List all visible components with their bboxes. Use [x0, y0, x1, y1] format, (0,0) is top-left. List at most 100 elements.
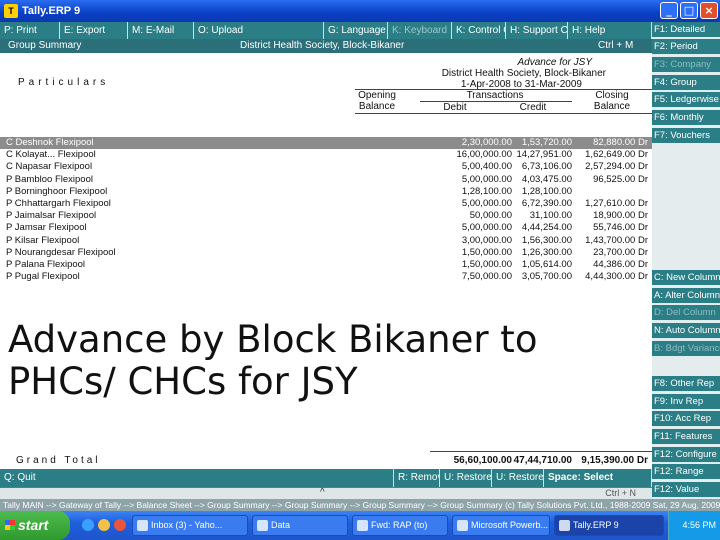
export-button[interactable]: E: Export: [60, 22, 128, 39]
row-credit: 6,72,390.00: [521, 197, 572, 209]
group-button[interactable]: F4: Group: [652, 75, 720, 91]
company-button[interactable]: F3: Company: [652, 57, 720, 73]
row-debit: 5,00,000.00: [461, 173, 512, 185]
keyboard-button[interactable]: K: Keyboard: [388, 22, 452, 39]
table-row[interactable]: P Borninghoor Flexipool 1,28,100.00 1,28…: [0, 186, 652, 198]
table-row[interactable]: P Jamsar Flexipool 5,00,000.00 4,44,254.…: [0, 222, 652, 234]
header-rule-bottom: [355, 113, 652, 114]
configure-button[interactable]: F12: Configure: [652, 447, 720, 463]
taskbar-item-fwd[interactable]: Fwd: RAP (to): [352, 515, 448, 536]
language-button[interactable]: G: Language: [324, 22, 388, 39]
support-centre-button[interactable]: H: Support Centre: [506, 22, 568, 39]
folder-quicklaunch-icon[interactable]: [98, 519, 110, 531]
window-titlebar[interactable]: T Tally.ERP 9 _ □ ×: [0, 0, 720, 22]
table-row[interactable]: P Nourangdesar Flexipool 1,50,000.00 1,2…: [0, 247, 652, 259]
other-reports-button[interactable]: F8: Other Rep: [652, 376, 720, 392]
budget-variance-button[interactable]: B: Bdgt Variance: [652, 341, 720, 357]
row-closing: 96,525.00 Dr: [593, 173, 648, 185]
new-column-button[interactable]: C: New Column: [652, 270, 720, 286]
transactions-heading: Transactions: [466, 90, 524, 101]
row-debit: 1,50,000.00: [461, 258, 512, 270]
screen-name: Group Summary: [8, 40, 82, 51]
restore-all-button[interactable]: U: Restore All: [492, 469, 544, 487]
upload-button[interactable]: O: Upload: [194, 22, 324, 39]
detailed-button[interactable]: F1: Detailed: [652, 22, 720, 38]
grand-total-label: Grand Total: [16, 455, 101, 466]
grand-total-credit: 47,44,710.00: [513, 455, 572, 466]
alter-column-button[interactable]: A: Alter Column: [652, 288, 720, 304]
row-closing: 23,700.00 Dr: [593, 246, 648, 258]
row-name: P Jamsar Flexipool: [6, 222, 87, 234]
table-row[interactable]: C Kolayat... Flexipool 16,00,000.00 14,2…: [0, 149, 652, 161]
clock[interactable]: 4:56 PM: [682, 520, 716, 530]
row-name: P Bambloo Flexipool: [6, 173, 93, 185]
remove-line-button[interactable]: R: Remove Line: [394, 469, 440, 487]
total-rule: [430, 451, 652, 452]
slide-caption-line-2: PHCs/ CHCs for JSY: [8, 360, 358, 403]
media-quicklaunch-icon[interactable]: [114, 519, 126, 531]
close-icon[interactable]: ×: [700, 2, 718, 19]
account-reports-button[interactable]: F10: Acc Rep: [652, 411, 720, 427]
vouchers-button[interactable]: F7: Vouchers: [652, 128, 720, 144]
row-closing: 55,746.00 Dr: [593, 222, 648, 234]
mail-icon: [137, 520, 148, 531]
closing-heading-1: Closing: [595, 90, 629, 101]
row-name: P Borninghoor Flexipool: [6, 185, 108, 197]
table-row[interactable]: C Deshnok Flexipool 2,30,000.00 1,53,720…: [0, 137, 652, 150]
inventory-reports-button[interactable]: F9: Inv Rep: [652, 394, 720, 410]
windows-logo-icon: [5, 520, 15, 530]
control-centre-button[interactable]: K: Control Centre: [452, 22, 506, 39]
taskbar-item-label: Fwd: RAP (to): [371, 520, 428, 530]
start-label: start: [18, 517, 49, 533]
row-credit: 4,03,475.00: [521, 173, 572, 185]
row-name: P Kilsar Flexipool: [6, 234, 80, 246]
del-column-button[interactable]: D: Del Column: [652, 305, 720, 321]
quit-button[interactable]: Q: Quit: [0, 469, 394, 487]
row-credit: 14,27,951.00: [516, 149, 572, 161]
range-button[interactable]: F12: Range: [652, 464, 720, 480]
row-closing: 44,386.00 Dr: [593, 258, 648, 270]
browser-quicklaunch-icon[interactable]: [82, 519, 94, 531]
auto-column-button[interactable]: N: Auto Column: [652, 323, 720, 339]
taskbar-item-tally[interactable]: Tally.ERP 9: [554, 515, 664, 536]
maximize-icon[interactable]: □: [680, 2, 698, 19]
credit-heading: Credit: [519, 102, 547, 113]
table-row[interactable]: P Bambloo Flexipool 5,00,000.00 4,03,475…: [0, 174, 652, 186]
print-button[interactable]: P: Print: [0, 22, 60, 39]
ledgerwise-button[interactable]: F5: Ledgerwise: [652, 92, 720, 108]
select-button[interactable]: Space: Select: [544, 469, 652, 487]
value-button[interactable]: F12: Value: [652, 482, 720, 498]
table-row[interactable]: P Palana Flexipool 1,50,000.00 1,05,614.…: [0, 259, 652, 271]
period-button[interactable]: F2: Period: [652, 39, 720, 55]
grand-total-debit: 56,60,100.00: [453, 455, 512, 466]
row-credit: 31,100.00: [529, 210, 572, 222]
row-closing: 1,62,649.00 Dr: [585, 149, 648, 161]
row-closing: 1,43,700.00 Dr: [585, 234, 648, 246]
help-button[interactable]: H: Help: [568, 22, 652, 39]
table-row[interactable]: C Napasar Flexipool 5,00,400.00 6,73,106…: [0, 161, 652, 173]
slide-caption-line-1: Advance by Block Bikaner to: [8, 318, 538, 361]
windows-taskbar: start Inbox (3) - Yaho... Data Fwd: RAP …: [0, 511, 720, 540]
restore-line-button[interactable]: U: Restore Line: [440, 469, 492, 487]
taskbar-item-data[interactable]: Data: [252, 515, 348, 536]
monthly-button[interactable]: F6: Monthly: [652, 110, 720, 126]
row-credit: 1,28,100.00: [521, 185, 572, 197]
table-row[interactable]: P Pugal Flexipool 7,50,000.00 3,05,700.0…: [0, 271, 652, 283]
table-row[interactable]: P Chhattargarh Flexipool 5,00,000.00 6,7…: [0, 198, 652, 210]
taskbar-item-inbox[interactable]: Inbox (3) - Yaho...: [132, 515, 248, 536]
table-row[interactable]: P Kilsar Flexipool 3,00,000.00 1,56,300.…: [0, 235, 652, 247]
features-button[interactable]: F11: Features: [652, 429, 720, 445]
row-credit: 1,53,720.00: [521, 137, 572, 148]
row-closing: 82,880.00 Dr: [593, 137, 648, 148]
minimize-icon[interactable]: _: [660, 2, 678, 19]
email-button[interactable]: M: E-Mail: [128, 22, 194, 39]
scroll-up-icon[interactable]: ^: [320, 487, 325, 498]
taskbar-item-powerpoint[interactable]: Microsoft Powerb...: [452, 515, 550, 536]
grand-total-closing: 9,15,390.00 Dr: [581, 455, 648, 466]
bottom-command-bar: Q: Quit R: Remove Line U: Restore Line U…: [0, 469, 652, 487]
debit-heading: Debit: [443, 102, 467, 113]
table-row[interactable]: P Jaimalsar Flexipool 50,000.00 31,100.0…: [0, 210, 652, 222]
start-button[interactable]: start: [0, 511, 70, 540]
navigation-path: Tally MAIN --> Gateway of Tally --> Bala…: [0, 499, 720, 511]
row-debit: 1,50,000.00: [461, 246, 512, 258]
